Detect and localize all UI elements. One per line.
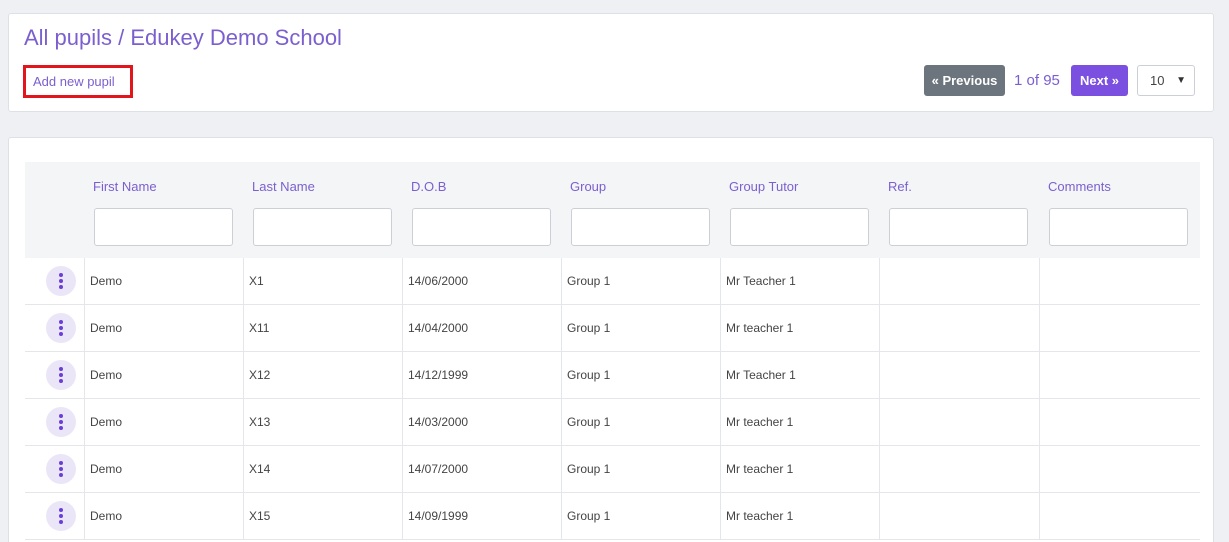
first-name-cell: Demo <box>84 258 243 305</box>
vertical-ellipsis-icon[interactable] <box>46 501 76 531</box>
column-header-label: Comments <box>1048 179 1111 194</box>
dob-cell: 14/06/2000 <box>402 258 561 305</box>
comments-cell <box>1039 305 1200 352</box>
group-tutor-cell: Mr Teacher 1 <box>720 258 879 305</box>
last-name-cell: X13 <box>243 399 402 446</box>
column-first-name: First Name <box>84 162 243 258</box>
column-last-name: Last Name <box>243 162 402 258</box>
next-page-button[interactable]: Next » <box>1071 65 1128 96</box>
table-row: Demo X15 14/09/1999 Group 1 Mr teacher 1 <box>25 493 1200 540</box>
vertical-ellipsis-icon-dots <box>59 320 63 336</box>
table-row: Demo X12 14/12/1999 Group 1 Mr Teacher 1 <box>25 352 1200 399</box>
ref-cell <box>879 399 1039 446</box>
table-header: First Name Last Name D.O.B Group Group T… <box>25 162 1200 258</box>
last-name-cell: X14 <box>243 446 402 493</box>
column-group-tutor: Group Tutor <box>720 162 879 258</box>
comments-cell <box>1039 446 1200 493</box>
column-header-label: Ref. <box>888 179 912 194</box>
first-name-cell: Demo <box>84 446 243 493</box>
column-header-label: D.O.B <box>411 179 447 194</box>
comments-cell <box>1039 399 1200 446</box>
last-name-cell: X1 <box>243 258 402 305</box>
column-dob: D.O.B <box>402 162 561 258</box>
first-name-cell: Demo <box>84 493 243 540</box>
column-group: Group <box>561 162 720 258</box>
vertical-ellipsis-icon-dots <box>59 367 63 383</box>
group-filter-input[interactable] <box>571 208 710 246</box>
last-name-cell: X15 <box>243 493 402 540</box>
group-cell: Group 1 <box>561 493 720 540</box>
last-name-cell: X12 <box>243 352 402 399</box>
add-new-pupil-link[interactable]: Add new pupil <box>23 65 133 98</box>
current-page: 1 <box>1014 72 1023 89</box>
column-ref: Ref. <box>879 162 1039 258</box>
column-header-label: Group <box>570 179 607 194</box>
first-name-cell: Demo <box>84 399 243 446</box>
vertical-ellipsis-icon-dots <box>59 273 63 289</box>
vertical-ellipsis-icon[interactable] <box>46 266 76 296</box>
comments-cell <box>1039 258 1200 305</box>
ref-cell <box>879 446 1039 493</box>
page-header-card: All pupils / Edukey Demo School Add new … <box>8 13 1214 112</box>
group-tutor-cell: Mr teacher 1 <box>720 305 879 352</box>
first-name-cell: Demo <box>84 352 243 399</box>
table-row: Demo X11 14/04/2000 Group 1 Mr teacher 1 <box>25 305 1200 352</box>
vertical-ellipsis-icon[interactable] <box>46 454 76 484</box>
page-size-select[interactable]: 10 ▼ <box>1137 65 1195 96</box>
table-row: Demo X1 14/06/2000 Group 1 Mr Teacher 1 <box>25 258 1200 305</box>
pupils-table-card: First Name Last Name D.O.B Group Group T… <box>8 137 1214 542</box>
last-name-cell: X11 <box>243 305 402 352</box>
ref-cell <box>879 258 1039 305</box>
first-name-filter-input[interactable] <box>94 208 233 246</box>
vertical-ellipsis-icon[interactable] <box>46 360 76 390</box>
comments-cell <box>1039 493 1200 540</box>
group-tutor-cell: Mr teacher 1 <box>720 493 879 540</box>
vertical-ellipsis-icon-dots <box>59 461 63 477</box>
dob-cell: 14/09/1999 <box>402 493 561 540</box>
group-cell: Group 1 <box>561 446 720 493</box>
column-header-label: Group Tutor <box>729 179 799 194</box>
ref-cell <box>879 305 1039 352</box>
ref-cell <box>879 352 1039 399</box>
group-tutor-filter-input[interactable] <box>730 208 869 246</box>
group-cell: Group 1 <box>561 258 720 305</box>
total-pages: 95 <box>1043 72 1060 89</box>
ref-filter-input[interactable] <box>889 208 1028 246</box>
vertical-ellipsis-icon[interactable] <box>46 313 76 343</box>
vertical-ellipsis-icon-dots <box>59 414 63 430</box>
group-cell: Group 1 <box>561 399 720 446</box>
dob-cell: 14/03/2000 <box>402 399 561 446</box>
column-header-label: First Name <box>93 179 157 194</box>
page-indicator: 1 of 95 <box>1014 65 1060 96</box>
caret-down-icon: ▼ <box>1176 75 1186 86</box>
group-tutor-cell: Mr Teacher 1 <box>720 352 879 399</box>
column-comments: Comments <box>1039 162 1200 258</box>
dob-cell: 14/04/2000 <box>402 305 561 352</box>
page-title: All pupils / Edukey Demo School <box>24 25 342 50</box>
dob-filter-input[interactable] <box>412 208 551 246</box>
group-tutor-cell: Mr teacher 1 <box>720 399 879 446</box>
last-name-filter-input[interactable] <box>253 208 392 246</box>
table-row: Demo X13 14/03/2000 Group 1 Mr teacher 1 <box>25 399 1200 446</box>
previous-page-button[interactable]: « Previous <box>924 65 1005 96</box>
page-of-label: of <box>1026 72 1040 89</box>
dob-cell: 14/12/1999 <box>402 352 561 399</box>
ref-cell <box>879 493 1039 540</box>
dob-cell: 14/07/2000 <box>402 446 561 493</box>
vertical-ellipsis-icon[interactable] <box>46 407 76 437</box>
comments-cell <box>1039 352 1200 399</box>
comments-filter-input[interactable] <box>1049 208 1188 246</box>
column-header-label: Last Name <box>252 179 315 194</box>
first-name-cell: Demo <box>84 305 243 352</box>
group-tutor-cell: Mr teacher 1 <box>720 446 879 493</box>
table-row: Demo X14 14/07/2000 Group 1 Mr teacher 1 <box>25 446 1200 493</box>
page-size-value: 10 <box>1150 73 1165 88</box>
group-cell: Group 1 <box>561 352 720 399</box>
group-cell: Group 1 <box>561 305 720 352</box>
vertical-ellipsis-icon-dots <box>59 508 63 524</box>
